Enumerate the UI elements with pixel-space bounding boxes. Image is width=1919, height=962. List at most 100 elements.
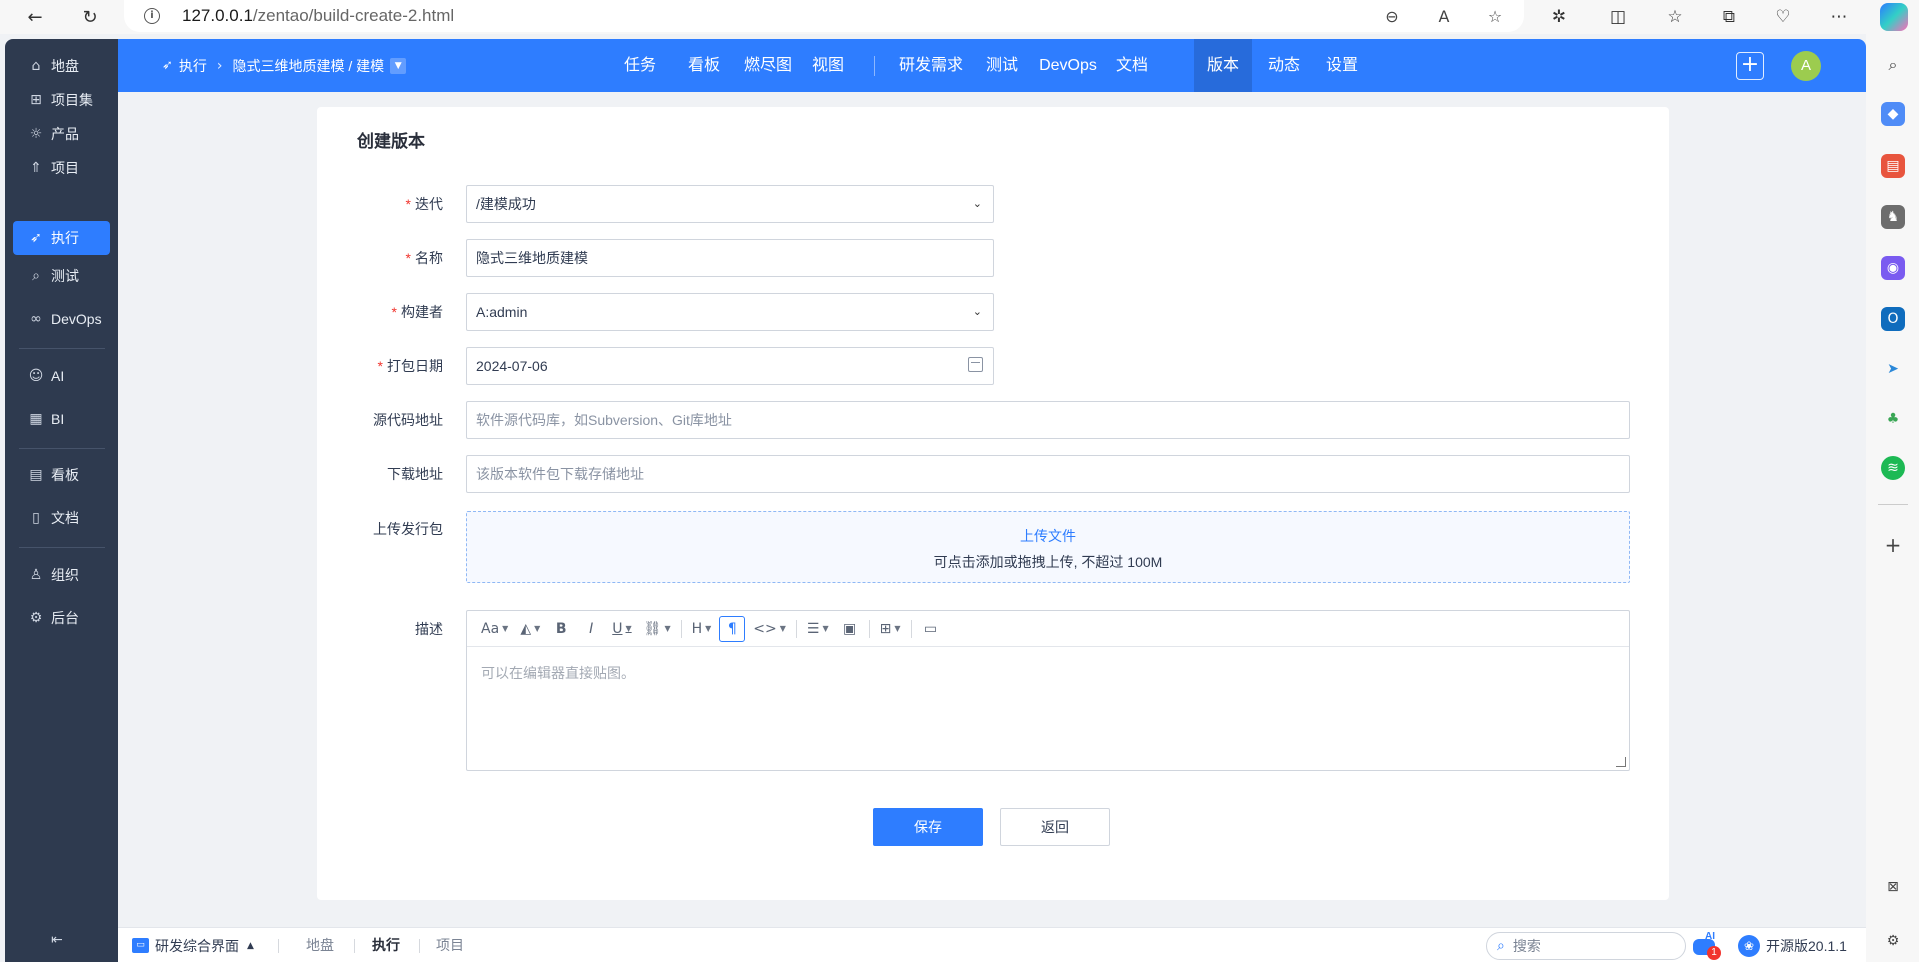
fullscreen-icon[interactable]: ▭ (918, 616, 944, 642)
underline-icon[interactable]: U ▼ (608, 616, 635, 642)
builder-select[interactable]: A:admin ⌄ (466, 293, 994, 331)
nav-item-ai[interactable]: ☺ AI (13, 359, 110, 393)
calendar-icon[interactable] (968, 357, 983, 372)
date-field[interactable]: 2024-07-06 (466, 347, 994, 385)
save-button[interactable]: 保存 (873, 808, 983, 846)
microsoft365-icon[interactable]: ◉ (1881, 256, 1905, 280)
tab-settings[interactable]: 设置 (1320, 39, 1364, 92)
search-placeholder: 搜索 (1512, 938, 1541, 954)
back-arrow-icon[interactable]: ← (20, 2, 50, 32)
extensions-icon[interactable]: ✲ (1546, 4, 1572, 30)
back-button[interactable]: 返回 (1000, 808, 1110, 846)
tab-task[interactable]: 任务 (618, 39, 662, 92)
editor-content[interactable]: 可以在编辑器直接贴图。 (467, 647, 1629, 699)
tab-kanban[interactable]: 看板 (684, 39, 724, 92)
collections-icon[interactable]: ⧉ (1716, 4, 1742, 30)
nav-item-doc[interactable]: ▯ 文档 (13, 501, 110, 535)
avatar[interactable]: A (1791, 51, 1821, 81)
collapse-nav-icon[interactable]: ⇤ (51, 932, 63, 948)
nav-item-program[interactable]: ⊞ 项目集 (13, 83, 110, 117)
read-aloud-icon[interactable]: A (1433, 6, 1455, 28)
table-icon[interactable]: ⊞ ▼ (876, 616, 905, 642)
nav-item-test[interactable]: ⌕ 测试 (13, 259, 110, 293)
bold-icon[interactable]: B (548, 616, 574, 642)
link-icon[interactable]: ⛓ ▼ (640, 616, 675, 642)
download-field[interactable] (466, 455, 1630, 493)
scm-field[interactable] (466, 401, 1630, 439)
name-input[interactable] (476, 250, 984, 266)
list-icon[interactable]: ☰ ▼ (803, 616, 833, 642)
tag-icon[interactable]: ◆ (1881, 102, 1905, 126)
tab-doc[interactable]: 文档 (1110, 39, 1154, 92)
italic-icon[interactable]: I (578, 616, 604, 642)
scm-input[interactable] (476, 412, 1620, 428)
settings-gear-icon[interactable]: ⚙ (1881, 929, 1905, 953)
upload-dropzone[interactable]: 上传文件 可点击添加或拖拽上传, 不超过 100M (466, 511, 1630, 583)
tab-view[interactable]: 视图 (808, 39, 848, 92)
ai-chat-button[interactable]: AI 1 (1693, 931, 1721, 960)
tab-story[interactable]: 研发需求 (894, 39, 968, 92)
info-icon[interactable]: i (144, 8, 160, 24)
tab-build[interactable]: 版本 (1194, 39, 1252, 92)
edge-sidebar: ⌕ ◆ ▤ ♞ ◉ O ➤ ♣ ≋ + ⊠ ⚙ (1866, 34, 1919, 962)
more-options-icon[interactable]: ⋯ (1826, 4, 1852, 30)
bottom-crumb-project[interactable]: 项目 (436, 928, 464, 962)
toolbar-divider (795, 619, 797, 638)
toolbar-divider (910, 619, 912, 638)
browser-essentials-icon[interactable]: ♡ (1770, 4, 1796, 30)
toolbox-icon[interactable]: ▤ (1881, 154, 1905, 178)
bottom-crumb-execution[interactable]: 执行 (372, 928, 400, 962)
refresh-icon[interactable]: ↻ (75, 2, 105, 32)
zoom-out-icon[interactable]: ⊖ (1381, 6, 1403, 28)
tab-test[interactable]: 测试 (982, 39, 1022, 92)
breadcrumb-root[interactable]: 执行 (179, 56, 207, 76)
text-color-icon[interactable]: ◭ ▼ (516, 616, 544, 642)
favorite-star-icon[interactable]: ☆ (1484, 6, 1506, 28)
nav-item-admin[interactable]: ⚙ 后台 (13, 601, 110, 635)
nav-item-project[interactable]: ⇑ 项目 (13, 151, 110, 185)
resize-handle-icon[interactable] (1616, 757, 1626, 767)
spotify-icon[interactable]: ≋ (1881, 456, 1905, 480)
breadcrumb-current[interactable]: 隐式三维地质建模 / 建模 (233, 56, 385, 76)
copilot-icon[interactable] (1880, 3, 1908, 31)
bottom-crumb-my[interactable]: 地盘 (306, 928, 334, 962)
favorites-icon[interactable]: ☆ (1662, 4, 1688, 30)
edition-info[interactable]: ❀ 开源版20.1.1 (1738, 928, 1847, 962)
outlook-icon[interactable]: O (1881, 307, 1905, 331)
nav-item-product[interactable]: ☼ 产品 (13, 117, 110, 151)
iteration-select[interactable]: /建模成功 ⌄ (466, 185, 994, 223)
font-size-icon[interactable]: Aa ▼ (477, 616, 512, 642)
search-icon: ⌕ (32, 268, 40, 284)
split-screen-icon[interactable]: ◫ (1605, 4, 1631, 30)
create-plus-button[interactable]: + (1736, 52, 1764, 80)
nav-item-bi[interactable]: ▦ BI (13, 402, 110, 436)
screenshot-icon[interactable]: ⊠ (1881, 875, 1905, 899)
telegram-icon[interactable]: ➤ (1881, 357, 1905, 381)
tab-devops[interactable]: DevOps (1036, 39, 1100, 92)
address-bar[interactable]: i 127.0.0.1/zentao/build-create-2.html ⊖… (124, 0, 1524, 32)
nav-item-my[interactable]: ⌂ 地盘 (13, 49, 110, 83)
paragraph-icon[interactable]: ¶ (719, 615, 746, 642)
tab-burndown[interactable]: 燃尽图 (740, 39, 796, 92)
description-editor[interactable]: Aa ▼ ◭ ▼ B I U ▼ ⛓ ▼ H ▼ ¶ <> ▼ ☰ ▼ ▣ ⊞ ▼ ▭ 可以在编… (466, 610, 1630, 771)
nav-item-execution[interactable]: ➶ 执行 (13, 221, 110, 255)
nav-item-devops[interactable]: ∞ DevOps (13, 302, 110, 336)
name-field[interactable] (466, 239, 994, 277)
tree-icon[interactable]: ♣ (1881, 407, 1905, 431)
image-icon[interactable]: ▣ (837, 616, 863, 642)
heading-icon[interactable]: H ▼ (688, 616, 716, 642)
global-search[interactable]: ⌕ 搜索 (1486, 932, 1686, 960)
upload-file-link[interactable]: 上传文件 (467, 526, 1629, 546)
nav-item-kanban[interactable]: ▤ 看板 (13, 458, 110, 492)
search-icon[interactable]: ⌕ (1881, 53, 1905, 77)
left-nav: ⌂ 地盘 ⊞ 项目集 ☼ 产品 ⇑ 项目 ➶ 执行 ⌕ 测试 ∞ DevOps ☺ AI ▦ BI… (5, 39, 118, 962)
chevron-down-icon[interactable]: ▼ (390, 57, 407, 74)
add-app-icon[interactable]: + (1881, 533, 1905, 557)
upload-hint: 可点击添加或拖拽上传, 不超过 100M (933, 554, 1163, 570)
games-icon[interactable]: ♞ (1881, 205, 1905, 229)
workspace-switcher[interactable]: ▭ 研发综合界面 ▲ (132, 928, 254, 962)
tab-dynamic[interactable]: 动态 (1262, 39, 1306, 92)
code-icon[interactable]: <> ▼ (749, 616, 790, 642)
nav-item-org[interactable]: ♙ 组织 (13, 558, 110, 592)
download-input[interactable] (476, 466, 1620, 482)
